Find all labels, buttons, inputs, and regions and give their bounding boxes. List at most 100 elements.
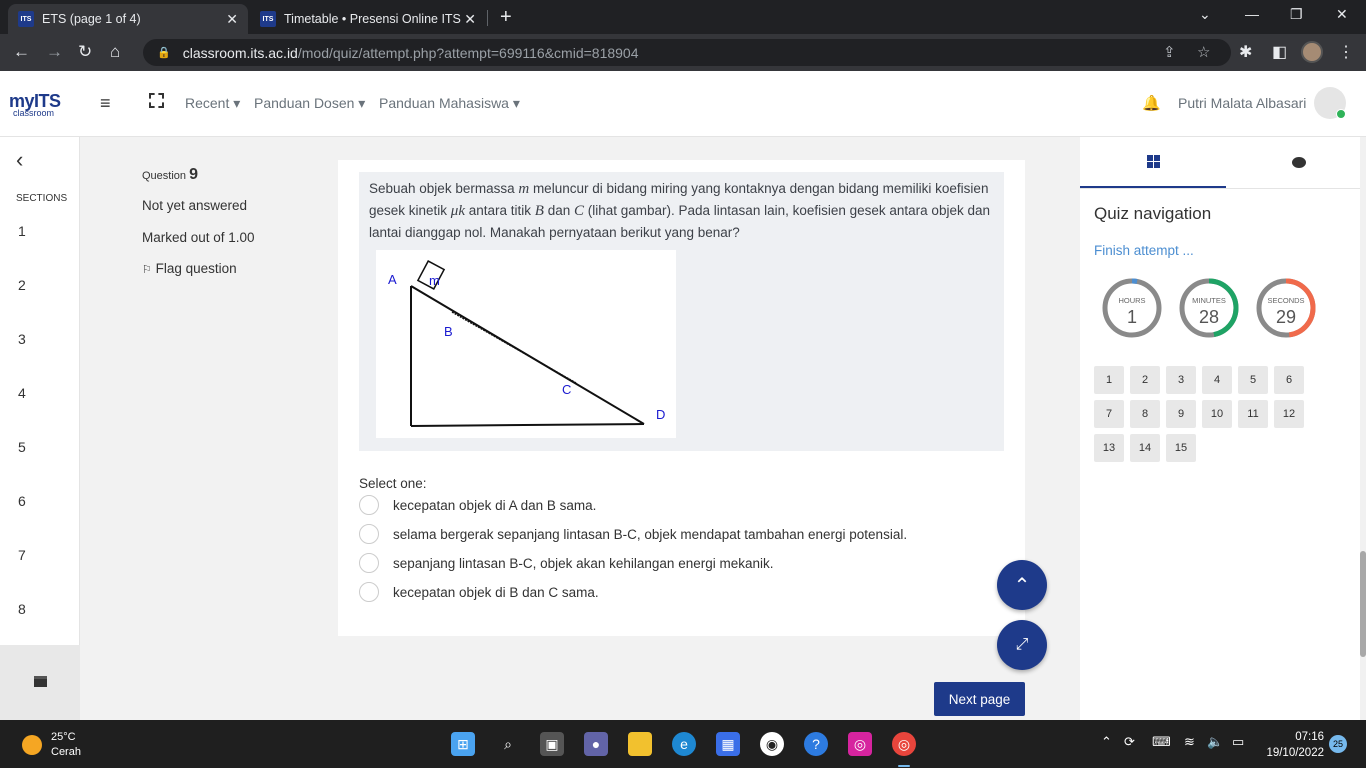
restore-icon[interactable]: ❐ <box>1290 6 1303 23</box>
answer-option[interactable]: sepanjang lintasan B-C, objek akan kehil… <box>359 553 774 573</box>
quiz-nav-question-button[interactable]: 9 <box>1166 400 1196 428</box>
instagram-icon[interactable]: ◎ <box>848 732 872 756</box>
radio-button[interactable] <box>359 495 379 515</box>
section-link[interactable]: 3 <box>18 331 26 347</box>
archive-icon[interactable] <box>34 676 47 687</box>
hamburger-menu-icon[interactable]: ≡ <box>100 93 111 114</box>
expand-button[interactable]: ⤢ <box>997 620 1047 670</box>
minimize-icon[interactable]: — <box>1245 6 1259 22</box>
profile-avatar[interactable] <box>1301 41 1323 63</box>
radio-button[interactable] <box>359 582 379 602</box>
label-d: D <box>656 407 665 422</box>
home-icon[interactable]: ⌂ <box>110 42 120 62</box>
variable-b: B <box>534 203 544 219</box>
timer-value: 29 <box>1275 307 1297 327</box>
tab-messages[interactable] <box>1226 137 1366 188</box>
quiz-nav-question-button[interactable]: 7 <box>1094 400 1124 428</box>
quiz-nav-question-button[interactable]: 5 <box>1238 366 1268 394</box>
section-link[interactable]: 2 <box>18 277 26 293</box>
section-link[interactable]: 4 <box>18 385 26 401</box>
quiz-nav-question-button[interactable]: 2 <box>1130 366 1160 394</box>
select-one-label: Select one: <box>359 476 427 491</box>
quiz-nav-question-button[interactable]: 8 <box>1130 400 1160 428</box>
course-index-drawer: ‹ SECTIONS 1 2 3 4 5 6 7 8 <box>0 137 80 720</box>
close-tab-icon[interactable]: ✕ <box>464 11 476 28</box>
page-scrollbar[interactable] <box>1360 137 1366 720</box>
section-link[interactable]: 7 <box>18 547 26 563</box>
section-link[interactable]: 5 <box>18 439 26 455</box>
search-icon[interactable]: ⌕ <box>496 732 520 756</box>
url-input[interactable]: 🔒 classroom.its.ac.id/mod/quiz/attempt.p… <box>143 39 1231 66</box>
fullscreen-icon[interactable] <box>149 93 164 108</box>
back-icon[interactable]: ← <box>13 42 30 62</box>
user-avatar[interactable] <box>1314 87 1346 119</box>
quiz-nav-question-button[interactable]: 14 <box>1130 434 1160 462</box>
chrome-icon[interactable]: ◎ <box>892 732 916 756</box>
close-window-icon[interactable]: ✕ <box>1336 6 1348 23</box>
scrollbar-thumb[interactable] <box>1360 551 1366 657</box>
quiz-nav-question-button[interactable]: 11 <box>1238 400 1268 428</box>
quiz-nav-question-button[interactable]: 15 <box>1166 434 1196 462</box>
close-tab-icon[interactable]: ✕ <box>226 11 238 28</box>
logo-sub: classroom <box>13 108 55 118</box>
side-panel-icon[interactable]: ◧ <box>1272 42 1287 62</box>
radio-button[interactable] <box>359 524 379 544</box>
answer-option[interactable]: selama bergerak sepanjang lintasan B-C, … <box>359 524 907 544</box>
help-app-icon[interactable]: ? <box>804 732 828 756</box>
show-hidden-icons-chevron-icon[interactable]: ⌃ <box>1101 734 1112 750</box>
menu-panduan-mahasiswa[interactable]: Panduan Mahasiswa ▾ <box>379 95 520 112</box>
notification-badge[interactable]: 25 <box>1329 735 1347 753</box>
scroll-to-top-button[interactable]: ⌃ <box>997 560 1047 610</box>
weather-widget[interactable]: 25°C Cerah <box>22 730 81 760</box>
edge-browser-icon[interactable]: e <box>672 732 696 756</box>
menu-panduan-dosen[interactable]: Panduan Dosen ▾ <box>254 95 365 112</box>
extensions-icon[interactable]: ✱ <box>1239 42 1252 62</box>
section-link[interactable]: 1 <box>18 223 26 239</box>
flag-question-button[interactable]: ⚐ Flag question <box>142 261 237 276</box>
quiz-nav-question-button[interactable]: 1 <box>1094 366 1124 394</box>
wifi-icon[interactable]: ≋ <box>1184 734 1195 750</box>
blocks-grid-icon <box>1146 155 1160 168</box>
tab-timetable[interactable]: ITS Timetable • Presensi Online ITS ✕ <box>250 4 486 34</box>
teams-chat-icon[interactable]: ● <box>584 732 608 756</box>
microsoft-store-icon[interactable]: ▦ <box>716 732 740 756</box>
finish-attempt-link[interactable]: Finish attempt ... <box>1094 243 1194 258</box>
battery-icon[interactable]: ▭ <box>1232 734 1244 750</box>
notification-bell-icon[interactable]: 🔔 <box>1142 94 1161 112</box>
reload-icon[interactable]: ↻ <box>78 42 92 62</box>
share-icon[interactable]: ⇪ <box>1163 43 1176 61</box>
tab-ets[interactable]: ITS ETS (page 1 of 4) ✕ <box>8 4 248 34</box>
quiz-nav-question-button[interactable]: 3 <box>1166 366 1196 394</box>
start-windows-icon[interactable]: ⊞ <box>451 732 475 756</box>
task-view-icon[interactable]: ▣ <box>540 732 564 756</box>
forward-icon[interactable]: → <box>46 42 63 62</box>
new-tab-icon[interactable]: + <box>500 6 512 29</box>
quiz-nav-question-button[interactable]: 6 <box>1274 366 1304 394</box>
quiz-nav-question-button[interactable]: 10 <box>1202 400 1232 428</box>
bookmark-star-icon[interactable]: ☆ <box>1197 43 1210 61</box>
section-link[interactable]: 8 <box>18 601 26 617</box>
quiz-nav-question-button[interactable]: 13 <box>1094 434 1124 462</box>
volume-icon[interactable]: 🔈 <box>1207 734 1223 750</box>
sync-icon[interactable]: ⟳ <box>1124 734 1135 750</box>
keyboard-icon[interactable]: ⌨ <box>1152 734 1171 750</box>
quiz-nav-question-button[interactable]: 12 <box>1274 400 1304 428</box>
menu-label: Recent <box>185 95 230 111</box>
answer-option[interactable]: kecepatan objek di A dan B sama. <box>359 495 596 515</box>
myits-logo[interactable]: myITS classroom <box>9 91 73 119</box>
system-clock[interactable]: 07:16 19/10/2022 <box>1262 729 1324 761</box>
tab-search-icon[interactable]: ⌄ <box>1199 6 1211 23</box>
radio-button[interactable] <box>359 553 379 573</box>
section-link[interactable]: 6 <box>18 493 26 509</box>
answer-option[interactable]: kecepatan objek di B dan C sama. <box>359 582 599 602</box>
next-page-button[interactable]: Next page <box>934 682 1025 716</box>
quiz-nav-question-button[interactable]: 4 <box>1202 366 1232 394</box>
tab-blocks[interactable] <box>1080 137 1226 188</box>
chrome-menu-icon[interactable]: ⋮ <box>1338 42 1354 62</box>
user-name[interactable]: Putri Malata Albasari <box>1178 95 1306 111</box>
tab-divider <box>1080 188 1360 189</box>
menu-recent[interactable]: Recent ▾ <box>185 95 240 112</box>
github-icon[interactable]: ◉ <box>760 732 784 756</box>
file-explorer-icon[interactable] <box>628 732 652 756</box>
close-drawer-chevron-icon[interactable]: ‹ <box>16 147 23 173</box>
